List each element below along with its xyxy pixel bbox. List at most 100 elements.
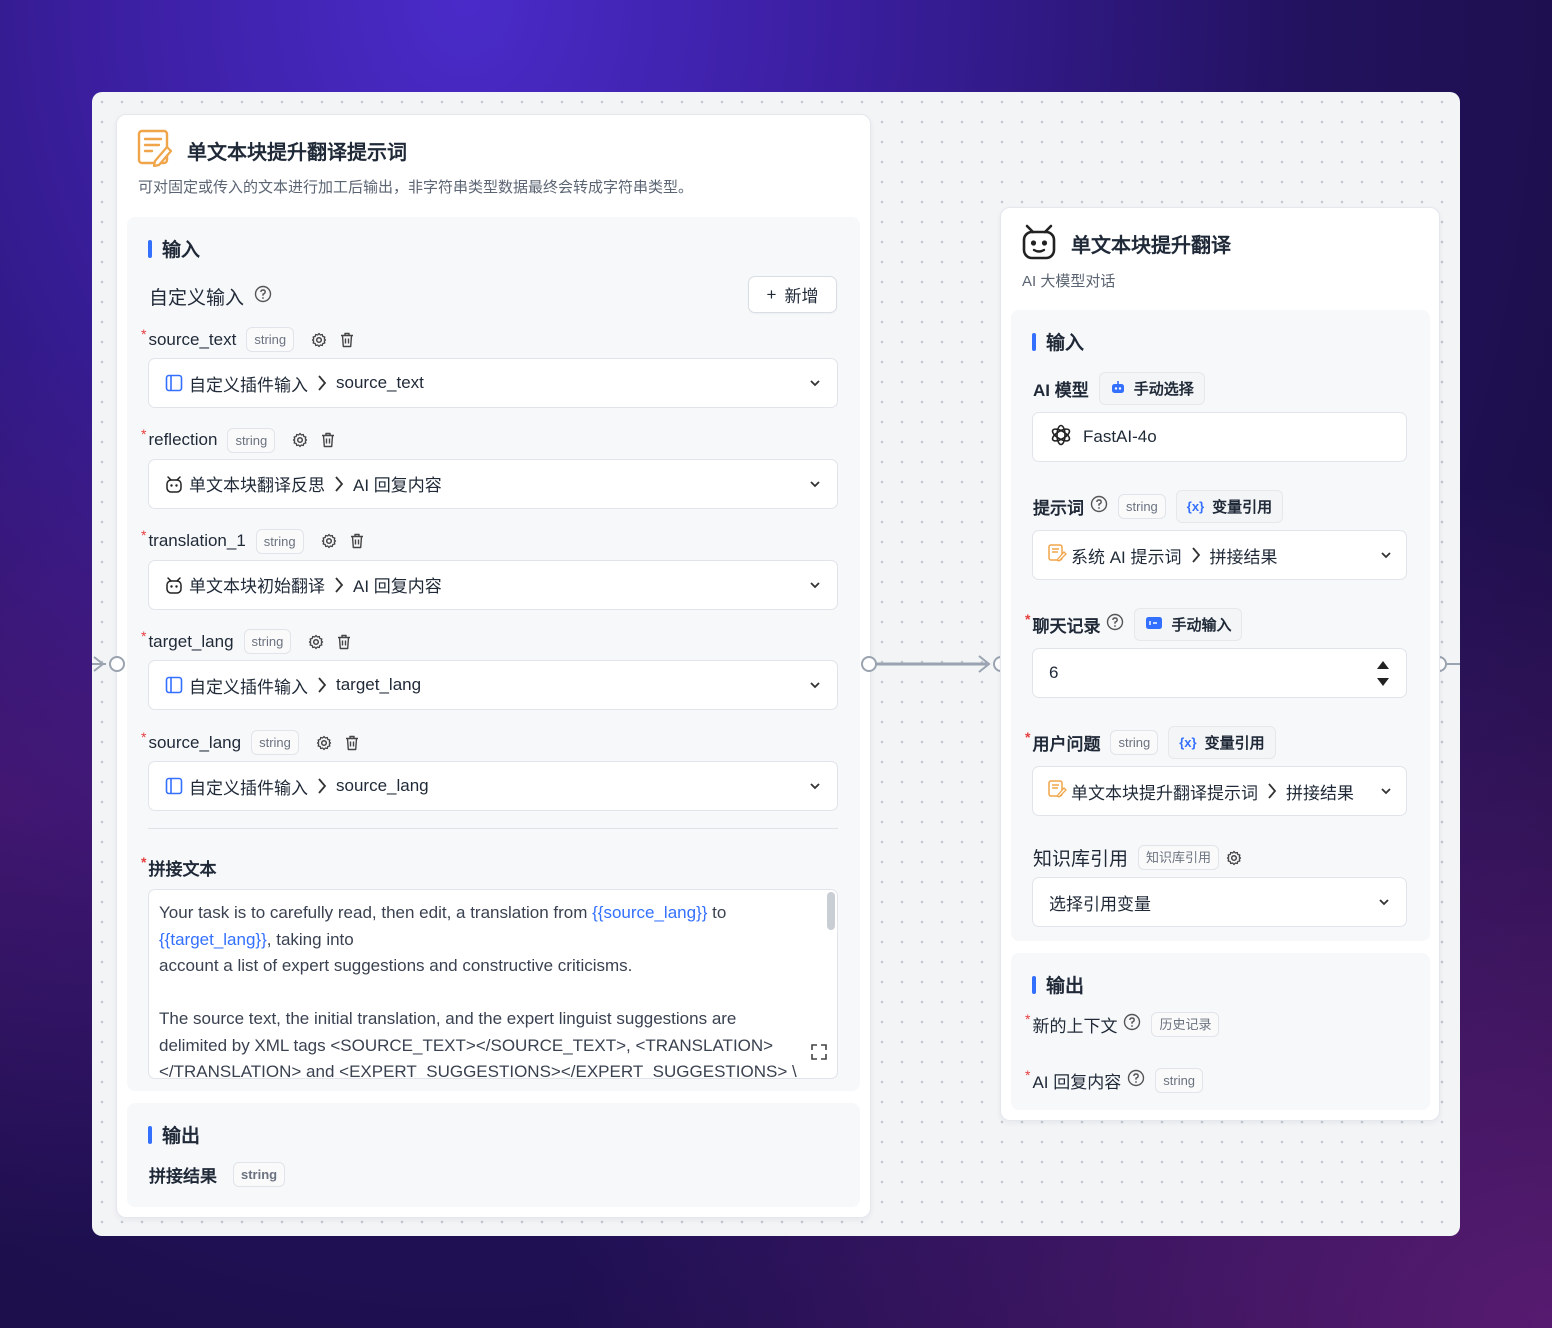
scrollbar-thumb[interactable] xyxy=(827,892,835,930)
concat-text-editor[interactable]: Your task is to carefully read, then edi… xyxy=(148,889,838,1079)
required-mark: * xyxy=(1025,1066,1031,1083)
question-value: 拼接结果 xyxy=(1286,783,1354,803)
history-number-input[interactable]: 6 xyxy=(1032,648,1407,698)
prompt-label: 提示词 xyxy=(1033,499,1084,518)
source-node: 单文本块翻译反思 xyxy=(189,476,325,496)
question-select[interactable]: 单文本块提升翻译提示词 拼接结果 xyxy=(1032,766,1407,816)
help-icon[interactable] xyxy=(1106,613,1124,636)
source-value: source_text xyxy=(336,373,424,392)
trash-icon[interactable] xyxy=(348,532,366,550)
chevron-down-icon xyxy=(809,581,821,589)
chevron-right-icon xyxy=(316,374,328,392)
field-name: source_text xyxy=(148,329,237,349)
section-bar xyxy=(148,239,152,258)
help-icon[interactable] xyxy=(1127,1069,1145,1092)
gear-icon[interactable] xyxy=(291,431,309,449)
ai-model-value: FastAI-4o xyxy=(1083,427,1157,446)
field-source-select[interactable]: 单文本块初始翻译 AI 回复内容 xyxy=(148,559,838,610)
gear-icon[interactable] xyxy=(320,532,338,550)
type-tag: string xyxy=(1110,730,1159,755)
prompt-value: 拼接结果 xyxy=(1209,547,1278,567)
node-description: 可对固定或传入的文本进行加工后输出，非字符串类型数据最终会转成字符串类型。 xyxy=(138,179,694,196)
field-source-select[interactable]: 自定义插件输入 source_text xyxy=(148,358,838,408)
output-section-label: 输出 xyxy=(162,1126,201,1147)
gear-icon[interactable] xyxy=(307,633,325,651)
chevron-down-icon xyxy=(809,379,821,387)
manual-input-toggle[interactable]: 手动输入 xyxy=(1134,608,1243,641)
output-section-label: 输出 xyxy=(1046,976,1085,997)
left-node-input-handle[interactable] xyxy=(109,656,125,672)
required-mark: * xyxy=(1025,728,1031,745)
manual-select-toggle[interactable]: 手动选择 xyxy=(1098,372,1205,405)
ai-model-label: AI 模型 xyxy=(1033,381,1089,400)
output-section-title: 输出 xyxy=(148,1121,200,1148)
field-source-select[interactable]: 单文本块翻译反思 AI 回复内容 xyxy=(148,458,838,509)
chevron-down-icon xyxy=(809,782,821,790)
history-value: 6 xyxy=(1049,663,1059,682)
field-label-row: * translation_1 string xyxy=(141,527,366,554)
prompt-select[interactable]: 系统 AI 提示词 拼接结果 xyxy=(1032,530,1407,580)
help-icon[interactable] xyxy=(1123,1013,1141,1036)
node-description: AI 大模型对话 xyxy=(1022,273,1116,290)
source-value: AI 回复内容 xyxy=(353,476,442,496)
history-label: 聊天记录 xyxy=(1032,617,1101,636)
prompt-editor-icon xyxy=(1047,543,1067,568)
ai-robot-icon xyxy=(165,475,183,493)
trash-icon[interactable] xyxy=(343,734,361,752)
chevron-right-icon xyxy=(333,576,345,594)
stepper[interactable] xyxy=(1376,660,1390,687)
expand-icon[interactable] xyxy=(811,1042,827,1069)
add-button-label: 新增 xyxy=(784,287,819,306)
field-source-select[interactable]: 自定义插件输入 source_lang xyxy=(148,761,838,812)
field-source-select[interactable]: 自定义插件输入 target_lang xyxy=(148,660,838,711)
text-line: Your task is to carefully read, then edi… xyxy=(159,903,727,922)
input-icon xyxy=(1145,616,1163,634)
question-row: * 用户问题 string {x} 变量引用 xyxy=(1025,726,1276,759)
gear-icon[interactable] xyxy=(1225,849,1243,867)
trash-icon[interactable] xyxy=(335,633,353,651)
source-value: AI 回复内容 xyxy=(353,577,442,597)
text-line: </TRANSLATION> and <EXPERT_SUGGESTIONS><… xyxy=(159,1062,797,1079)
chevron-down-icon xyxy=(1380,551,1392,559)
trash-icon[interactable] xyxy=(338,331,356,349)
source-node: 单文本块初始翻译 xyxy=(189,577,325,597)
add-input-button[interactable]: + 新增 xyxy=(748,276,837,313)
field-label-row: * source_lang string xyxy=(141,729,361,756)
chevron-down-icon xyxy=(809,480,821,488)
custom-input-label: 自定义输入 xyxy=(149,288,245,309)
kb-label: 知识库引用 xyxy=(1033,849,1129,870)
ai-robot-icon xyxy=(165,576,183,594)
gear-icon[interactable] xyxy=(310,331,328,349)
question-source: 单文本块提升翻译提示词 xyxy=(1071,783,1258,803)
variable-token: {{target_lang}} xyxy=(159,929,267,949)
concat-text-label: 拼接文本 xyxy=(148,860,217,879)
required-mark: * xyxy=(141,325,147,342)
source-node: 自定义插件输入 xyxy=(189,375,308,395)
decrement-icon xyxy=(1377,677,1389,686)
history-row: * 聊天记录 手动输入 xyxy=(1025,608,1243,641)
left-node-output-handle[interactable] xyxy=(861,656,877,672)
ai-model-select[interactable]: FastAI-4o xyxy=(1032,412,1407,462)
chevron-down-icon xyxy=(1380,787,1392,795)
input-section: 输入 AI 模型 手动选择 FastAI-4o 提示词 string {x} 变… xyxy=(1011,310,1430,941)
prompt-row: 提示词 string {x} 变量引用 xyxy=(1033,490,1284,523)
gear-icon[interactable] xyxy=(315,734,333,752)
text-concat-node[interactable]: 单文本块提升翻译提示词 可对固定或传入的文本进行加工后输出，非字符串类型数据最终… xyxy=(116,114,871,1218)
trash-icon[interactable] xyxy=(319,431,337,449)
variable-reference-toggle[interactable]: {x} 变量引用 xyxy=(1175,490,1284,523)
ai-model-row: AI 模型 手动选择 xyxy=(1033,372,1205,405)
ai-chat-node[interactable]: 单文本块提升翻译 AI 大模型对话 输入 AI 模型 手动选择 FastAI-4… xyxy=(1000,207,1440,1121)
help-icon[interactable] xyxy=(1090,495,1108,518)
text-line: The source text, the initial translation… xyxy=(159,1009,737,1028)
required-mark: * xyxy=(141,853,147,870)
field-name: source_lang xyxy=(148,732,242,752)
workflow-canvas[interactable]: 单文本块提升翻译提示词 可对固定或传入的文本进行加工后输出，非字符串类型数据最终… xyxy=(92,92,1460,1236)
variable-icon: {x} xyxy=(1179,735,1197,750)
source-node: 自定义插件输入 xyxy=(189,677,308,697)
chevron-right-icon xyxy=(1266,782,1278,800)
variable-reference-toggle[interactable]: {x} 变量引用 xyxy=(1168,726,1276,759)
question-mode: 变量引用 xyxy=(1204,735,1265,752)
help-icon[interactable] xyxy=(254,285,272,309)
kb-select[interactable]: 选择引用变量 xyxy=(1032,877,1407,927)
question-label: 用户问题 xyxy=(1032,735,1101,754)
